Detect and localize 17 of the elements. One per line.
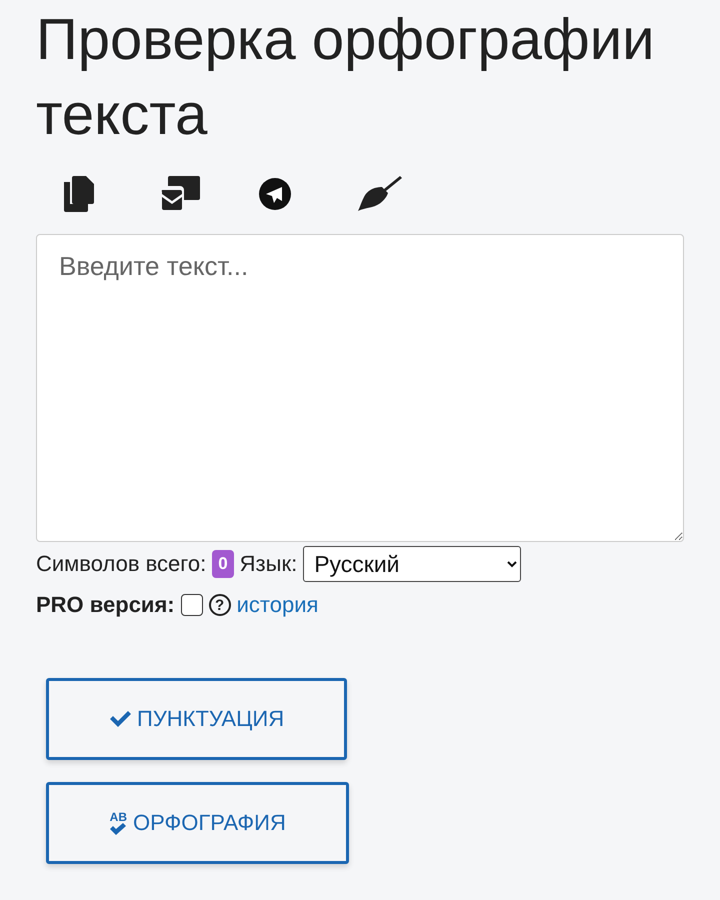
paper-plane-icon[interactable] [258, 177, 292, 211]
page-title: Проверка орфографии текста [36, 6, 656, 149]
history-link[interactable]: история [236, 592, 318, 618]
language-label: Язык: [240, 551, 298, 577]
pro-version-label: PRO версия: [36, 592, 175, 618]
spelling-button[interactable]: AB ОРФОГРАФИЯ [46, 782, 349, 864]
language-select[interactable]: Русский [303, 546, 522, 582]
text-input-field[interactable]: Введите текст... [36, 234, 684, 542]
envelope-card-icon[interactable] [160, 176, 202, 212]
pro-checkbox[interactable] [180, 594, 203, 616]
copy-icon[interactable] [62, 176, 96, 212]
char-count-label: Символов всего: [36, 551, 206, 577]
help-icon[interactable]: ? [208, 594, 231, 616]
char-count-badge: 0 [212, 550, 234, 578]
brush-icon[interactable] [356, 175, 402, 213]
punctuation-button[interactable]: ПУНКТУАЦИЯ [46, 678, 348, 760]
check-icon [109, 710, 131, 728]
